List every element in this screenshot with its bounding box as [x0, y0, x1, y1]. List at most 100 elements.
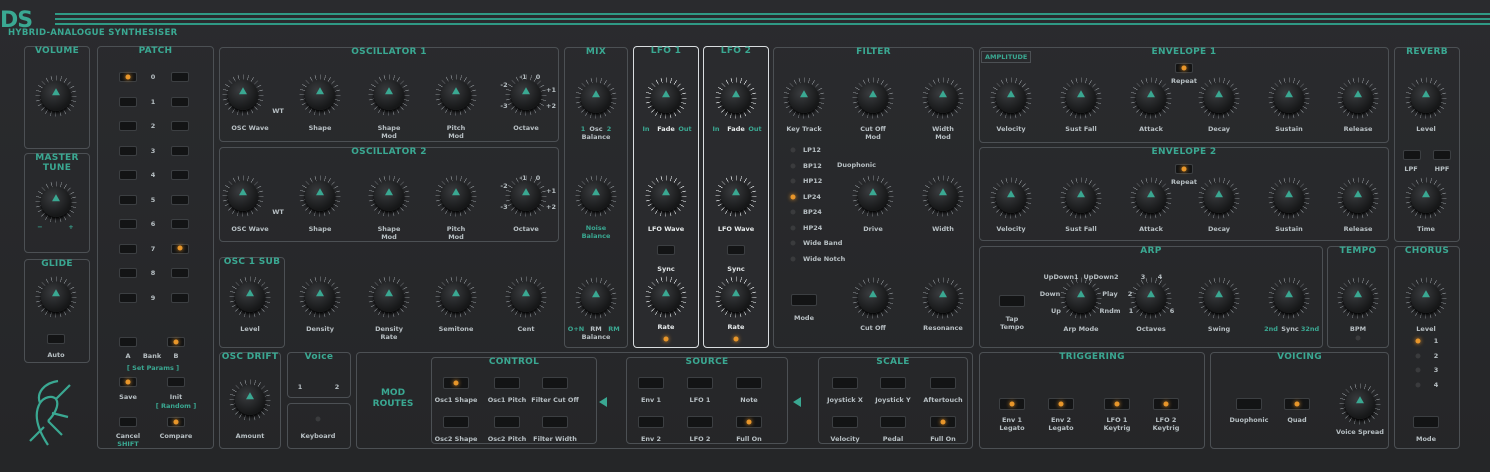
lpf-button[interactable]: [1403, 150, 1421, 160]
source-button-2[interactable]: [736, 377, 762, 389]
source-button-3[interactable]: [638, 416, 664, 428]
patch-number-button-0[interactable]: [171, 72, 189, 82]
env2-sustain-knob[interactable]: [1268, 177, 1310, 219]
scale-button-0[interactable]: [832, 377, 858, 389]
control-button-4[interactable]: [494, 416, 520, 428]
cutoff-mod-knob[interactable]: [852, 77, 894, 119]
patch-left-button-1[interactable]: [119, 96, 137, 107]
patch-number-button-9[interactable]: [171, 292, 189, 303]
patch-number-button-2[interactable]: [171, 121, 189, 131]
patch-number-button-8[interactable]: [171, 268, 189, 278]
key-track-knob[interactable]: [783, 77, 825, 119]
reverb-time-knob[interactable]: [1405, 177, 1447, 219]
env1-sust_fall-knob[interactable]: [1060, 77, 1102, 119]
osc1-shape-knob[interactable]: [299, 74, 341, 116]
control-button-3[interactable]: [443, 416, 469, 428]
source-button-4[interactable]: [687, 416, 713, 428]
voice-spread-knob[interactable]: [1339, 383, 1381, 425]
env2-sust_fall-knob[interactable]: [1060, 177, 1102, 219]
patch-left-button-9[interactable]: [119, 292, 137, 303]
glide-knob[interactable]: [35, 276, 77, 318]
lfo1-sync-button[interactable]: [657, 245, 675, 255]
env2-decay-knob[interactable]: [1198, 177, 1240, 219]
chorus-mode-button[interactable]: [1413, 416, 1439, 428]
osc1-shape-mod-knob[interactable]: [368, 74, 410, 116]
reverb-level-knob[interactable]: [1405, 77, 1447, 119]
osc2-wave-knob[interactable]: [222, 175, 264, 217]
patch-left-button-6[interactable]: [119, 219, 137, 229]
drift-amount-knob[interactable]: [229, 379, 271, 421]
patch-left-button-3[interactable]: [119, 145, 137, 156]
env1-velocity-knob[interactable]: [990, 77, 1032, 119]
arp-sync-knob[interactable]: [1268, 277, 1310, 319]
lfo1-rate-knob[interactable]: [645, 276, 687, 318]
osc1-wave-knob[interactable]: [222, 74, 264, 116]
duophonic-button[interactable]: [1236, 398, 1262, 410]
patch-number-button-1[interactable]: [171, 96, 189, 107]
patch-left-button-7[interactable]: [119, 243, 137, 254]
cent-knob[interactable]: [505, 276, 547, 318]
env1-release-knob[interactable]: [1337, 77, 1379, 119]
scale-button-2[interactable]: [930, 377, 956, 389]
patch-number-button-5[interactable]: [171, 194, 189, 205]
master-tune-knob[interactable]: [35, 181, 77, 223]
sub-level-knob[interactable]: [229, 276, 271, 318]
osc1-pitch-mod-knob[interactable]: [435, 74, 477, 116]
source-button-0[interactable]: [638, 377, 664, 389]
glide-auto-button[interactable]: [47, 334, 65, 344]
env2-velocity-knob[interactable]: [990, 177, 1032, 219]
source-button-1[interactable]: [687, 377, 713, 389]
tap-tempo-button[interactable]: [999, 295, 1025, 307]
scale-button-3[interactable]: [832, 416, 858, 428]
ring-balance-knob[interactable]: [575, 277, 617, 319]
density-knob[interactable]: [299, 276, 341, 318]
patch-left-button-4[interactable]: [119, 170, 137, 180]
cancel-button[interactable]: [119, 417, 137, 427]
lfo1-fade-knob[interactable]: [645, 77, 687, 119]
resonance-knob[interactable]: [922, 277, 964, 319]
noise-balance-knob[interactable]: [575, 175, 617, 217]
control-button-1[interactable]: [494, 377, 520, 389]
lfo2-sync-button[interactable]: [727, 245, 745, 255]
patch-left-button-5[interactable]: [119, 194, 137, 205]
lfo2-fade-knob[interactable]: [715, 77, 757, 119]
scale-button-1[interactable]: [880, 377, 906, 389]
width-mod-knob[interactable]: [922, 77, 964, 119]
swing-knob[interactable]: [1198, 277, 1240, 319]
filter-width-knob[interactable]: [922, 175, 964, 217]
osc-balance-knob[interactable]: [575, 77, 617, 119]
semitone-knob[interactable]: [435, 276, 477, 318]
filter-mode-button[interactable]: [791, 294, 817, 306]
patch-number-button-3[interactable]: [171, 145, 189, 156]
env1-attack-knob[interactable]: [1130, 77, 1172, 119]
osc2-pitch-mod-knob[interactable]: [435, 175, 477, 217]
lfo2-wave-knob[interactable]: [715, 175, 757, 217]
lfo1-wave-knob[interactable]: [645, 175, 687, 217]
scale-button-4[interactable]: [880, 416, 906, 428]
lfo2-rate-knob[interactable]: [715, 276, 757, 318]
cutoff-knob[interactable]: [852, 277, 894, 319]
osc2-octave-knob[interactable]: [505, 175, 547, 217]
patch-a-button[interactable]: [119, 337, 137, 347]
env2-attack-knob[interactable]: [1130, 177, 1172, 219]
octaves-knob[interactable]: [1130, 277, 1172, 319]
chorus-level-knob[interactable]: [1405, 277, 1447, 319]
env1-sustain-knob[interactable]: [1268, 77, 1310, 119]
control-button-5[interactable]: [542, 416, 568, 428]
patch-number-button-4[interactable]: [171, 170, 189, 180]
patch-left-button-2[interactable]: [119, 121, 137, 131]
patch-left-button-8[interactable]: [119, 268, 137, 278]
osc2-shape-mod-knob[interactable]: [368, 175, 410, 217]
bpm-knob[interactable]: [1337, 277, 1379, 319]
osc2-shape-knob[interactable]: [299, 175, 341, 217]
drive-knob[interactable]: [852, 175, 894, 217]
osc1-octave-knob[interactable]: [505, 74, 547, 116]
arp-mode-knob[interactable]: [1060, 277, 1102, 319]
volume-knob[interactable]: [35, 75, 77, 117]
density-rate-knob[interactable]: [368, 276, 410, 318]
env1-decay-knob[interactable]: [1198, 77, 1240, 119]
hpf-button[interactable]: [1433, 150, 1451, 160]
init-button[interactable]: [167, 377, 185, 387]
env2-release-knob[interactable]: [1337, 177, 1379, 219]
patch-number-button-6[interactable]: [171, 219, 189, 229]
